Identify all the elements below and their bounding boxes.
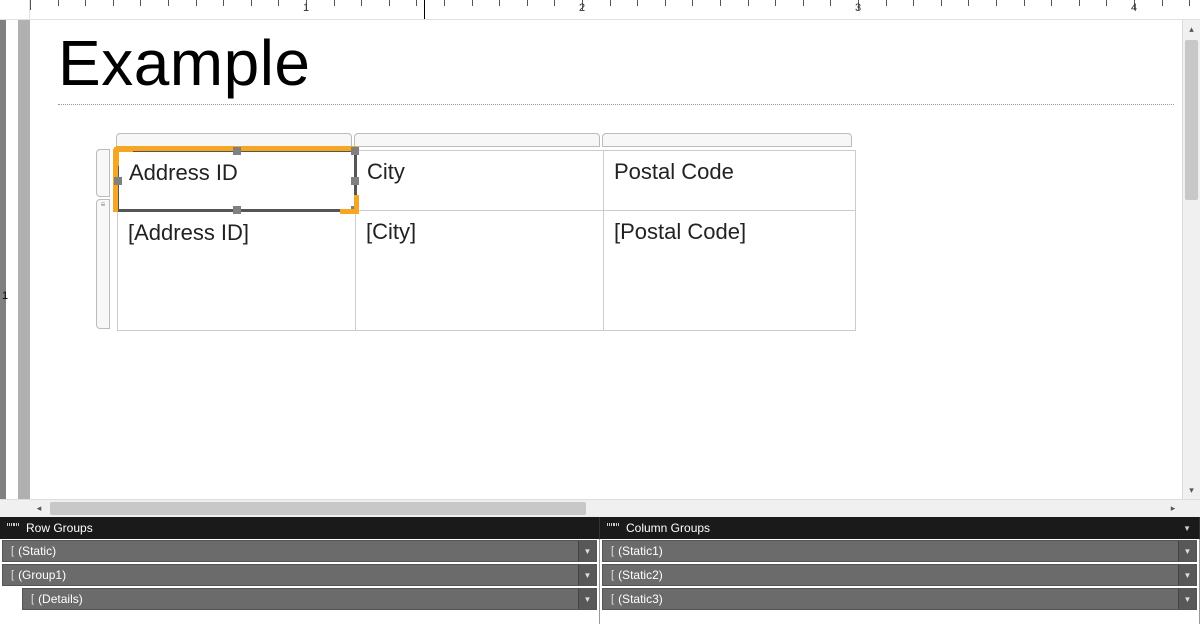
ruler-cursor-marker [424,0,425,19]
row-handle-detail[interactable]: ≡ [96,199,110,329]
resize-handle[interactable] [233,206,241,214]
column-groups-header[interactable]: Column Groups ▼ [600,517,1200,539]
row-handle-header[interactable] [96,149,110,197]
row-groups-list[interactable]: [ (Static) ▼ [ (Group1) ▼ [ (Details) ▼ [0,539,600,624]
bracket-icon: [ [11,569,14,581]
tablix-table[interactable]: Address IDCityPostal Code [Address ID][C… [116,149,856,331]
report-designer: 1234 1 Example ≡ Address IDCit [0,0,1200,624]
vertical-ruler-band [0,20,6,499]
column-group-item-label: (Static1) [618,544,663,558]
design-surface-row: 1 Example ≡ Address IDCityPostal Code [A… [0,20,1200,499]
hscroll-thumb[interactable] [50,502,586,515]
bracket-icon: [ [11,545,14,557]
column-group-item-label: (Static3) [618,592,663,606]
bracket-icon: [ [31,593,34,605]
row-group-item[interactable]: [ (Group1) ▼ [2,564,597,586]
scroll-up-arrow-icon[interactable]: ▴ [1183,20,1200,38]
vscroll-thumb[interactable] [1185,40,1198,200]
row-group-item-label: (Details) [38,592,83,606]
column-groups-list[interactable]: [ (Static1) ▼ [ (Static2) ▼ [ (Static3) ▼ [600,539,1200,624]
ruler-corner [0,0,30,19]
tablix-data-cell[interactable]: [City] [356,211,604,331]
report-title-textbox[interactable]: Example [58,26,1182,100]
horizontal-scrollbar[interactable]: ◂ ▸ [30,500,1182,517]
tablix-data-cell[interactable]: [Postal Code] [604,211,856,331]
hscroll-track[interactable] [48,500,1164,517]
group-dropdown-icon[interactable]: ▼ [578,589,596,609]
column-groups-label: Column Groups [626,521,710,535]
group-dropdown-icon[interactable]: ▼ [578,541,596,561]
grouping-pane-body: [ (Static) ▼ [ (Group1) ▼ [ (Details) ▼ [ (Static… [0,539,1200,624]
row-group-item-label: (Group1) [18,568,66,582]
row-groups-icon [6,522,20,534]
row-groups-label: Row Groups [26,521,93,535]
row-group-item[interactable]: [ (Static) ▼ [2,540,597,562]
resize-handle[interactable] [233,147,241,155]
tablix-header-cell[interactable]: Postal Code [604,151,856,211]
tablix-region[interactable]: ≡ Address IDCityPostal Code [Address ID]… [90,129,1182,331]
column-group-item[interactable]: [ (Static1) ▼ [602,540,1197,562]
horizontal-ruler[interactable]: 1234 [30,0,1200,19]
resize-handle[interactable] [351,206,359,214]
column-groups-icon [606,522,620,534]
column-handle[interactable] [602,133,852,147]
row-handles[interactable]: ≡ [90,149,112,331]
resize-handle[interactable] [351,177,359,185]
scroll-left-arrow-icon[interactable]: ◂ [30,503,48,514]
column-group-item[interactable]: [ (Static2) ▼ [602,564,1197,586]
grouping-menu-icon[interactable]: ▼ [1183,524,1191,533]
group-dropdown-icon[interactable]: ▼ [1178,589,1196,609]
bracket-icon: [ [611,593,614,605]
group-dropdown-icon[interactable]: ▼ [1178,565,1196,585]
tablix-data-cell[interactable]: [Address ID] [118,211,356,331]
scroll-down-arrow-icon[interactable]: ▾ [1183,481,1200,499]
resize-handle[interactable] [351,147,359,155]
scroll-right-arrow-icon[interactable]: ▸ [1164,503,1182,514]
column-handle[interactable] [354,133,600,147]
row-group-item[interactable]: [ (Details) ▼ [22,588,597,610]
grouping-pane-header: Row Groups Column Groups ▼ [0,517,1200,539]
row-groups-header[interactable]: Row Groups [0,517,600,539]
vertical-scrollbar[interactable]: ▴ ▾ [1182,20,1200,499]
row-group-item-label: (Static) [18,544,56,558]
group-dropdown-icon[interactable]: ▼ [578,565,596,585]
title-underline [58,104,1174,105]
horizontal-scrollbar-row: ◂ ▸ [0,499,1200,517]
tablix-header-cell[interactable]: City [356,151,604,211]
vscroll-track[interactable] [1183,38,1200,481]
tablix-header-cell[interactable]: Address ID [118,151,356,211]
ruler-row: 1234 [0,0,1200,20]
design-canvas[interactable]: Example ≡ Address IDCityPostal Code [Add… [18,20,1182,499]
column-handle[interactable] [116,133,352,147]
column-group-item-label: (Static2) [618,568,663,582]
bracket-icon: [ [611,569,614,581]
resize-handle[interactable] [114,177,122,185]
column-group-item[interactable]: [ (Static3) ▼ [602,588,1197,610]
bracket-icon: [ [611,545,614,557]
group-dropdown-icon[interactable]: ▼ [1178,541,1196,561]
